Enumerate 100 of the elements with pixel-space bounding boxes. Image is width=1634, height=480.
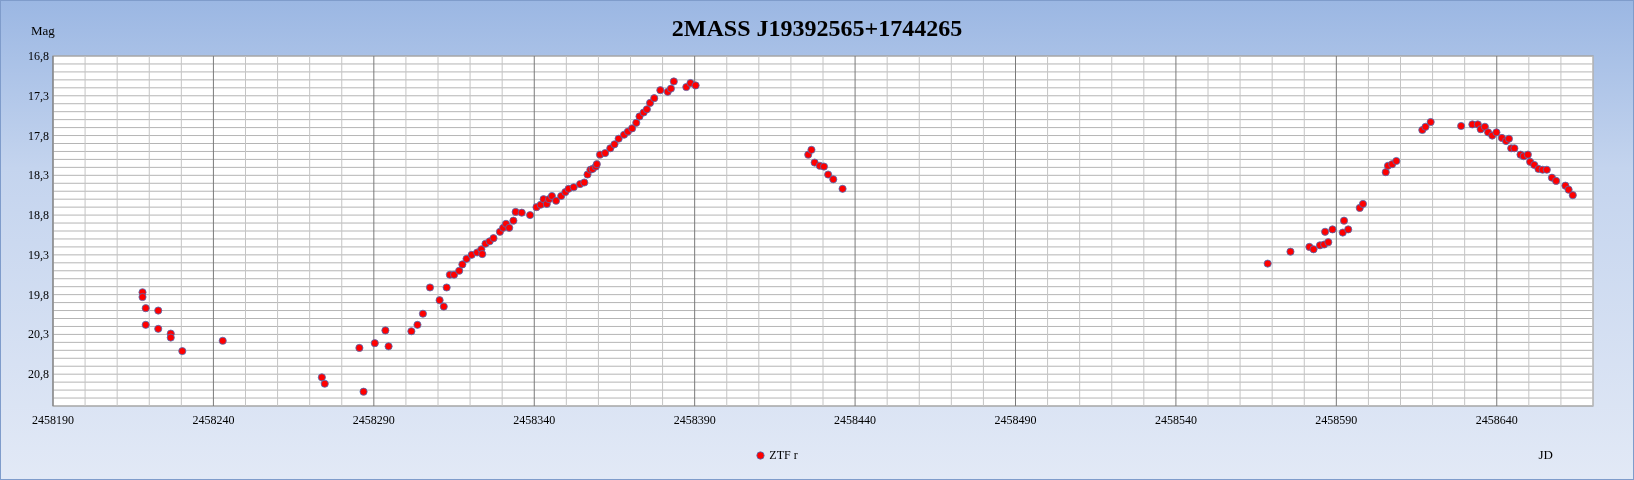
x-tick-label: 2458190 <box>32 413 74 427</box>
y-axis-label: Mag <box>30 23 56 39</box>
data-point <box>1338 228 1347 237</box>
data-point <box>819 162 828 171</box>
data-point <box>1344 225 1353 234</box>
data-point <box>426 283 434 292</box>
x-tick-label: 2458640 <box>1475 413 1518 427</box>
data-point <box>1309 245 1318 254</box>
x-tick-label: 2458540 <box>1154 413 1197 427</box>
data-point <box>439 302 448 311</box>
data-point <box>601 149 610 158</box>
data-point <box>1358 199 1367 208</box>
data-point <box>1426 118 1435 127</box>
x-tick-label: 2458390 <box>673 413 716 427</box>
data-point <box>442 283 451 292</box>
data-point <box>455 266 464 275</box>
data-point <box>552 196 561 205</box>
data-point <box>807 145 816 154</box>
data-point <box>614 134 623 143</box>
data-point <box>682 83 691 92</box>
y-tick-label: 20,3 <box>28 327 49 342</box>
data-point <box>691 81 700 90</box>
data-point <box>1564 185 1573 194</box>
data-point <box>381 326 390 335</box>
data-point <box>218 336 227 345</box>
data-point <box>1263 259 1272 268</box>
data-point <box>1324 238 1333 247</box>
data-point <box>317 373 326 382</box>
y-tick-label: 17,8 <box>28 128 49 143</box>
data-point <box>467 250 476 259</box>
x-tick-label: 2458290 <box>352 413 395 427</box>
data-point <box>824 170 833 179</box>
x-tick-label: 2458340 <box>513 413 556 427</box>
data-point <box>526 211 535 220</box>
y-tick-label: 18,8 <box>28 208 49 223</box>
data-point <box>178 347 187 356</box>
data-point <box>1321 227 1330 236</box>
data-point <box>810 158 819 167</box>
data-point <box>489 234 498 243</box>
data-point <box>166 333 175 342</box>
data-point <box>650 94 659 103</box>
data-point <box>1480 122 1489 131</box>
data-point <box>635 112 644 121</box>
data-point <box>838 184 847 193</box>
data-point <box>628 124 637 133</box>
data-point <box>384 342 393 351</box>
data-point <box>509 216 518 225</box>
data-point <box>642 105 651 114</box>
data-point <box>359 387 368 396</box>
data-point <box>517 208 526 217</box>
data-point <box>666 84 675 93</box>
data-point <box>686 79 695 88</box>
data-point <box>320 379 329 388</box>
data-point <box>478 250 487 259</box>
data-point <box>1328 225 1337 234</box>
data-point <box>458 260 467 269</box>
data-point <box>1457 122 1466 130</box>
y-tick-label: 19,8 <box>28 287 49 302</box>
data-point <box>569 183 578 192</box>
data-point <box>1340 216 1349 225</box>
x-tick-label: 2458240 <box>192 413 235 427</box>
y-tick-label: 20,8 <box>28 367 49 382</box>
data-point <box>505 223 514 232</box>
data-point <box>511 207 520 216</box>
data-point <box>450 270 459 279</box>
data-point <box>656 86 665 95</box>
y-tick-label: 18,3 <box>28 168 49 183</box>
data-point <box>1492 128 1501 137</box>
data-point <box>435 296 444 305</box>
data-point <box>370 339 379 348</box>
data-point <box>632 118 641 127</box>
x-tick-label: 2458440 <box>834 413 877 427</box>
data-point <box>462 254 471 263</box>
data-point <box>154 324 163 333</box>
data-point <box>1510 144 1519 153</box>
data-point <box>1542 165 1551 174</box>
y-tick-label: 17,3 <box>28 88 49 103</box>
data-point <box>669 77 678 86</box>
data-point <box>141 304 150 313</box>
legend-label: ZTF r <box>769 447 798 463</box>
data-point <box>141 320 150 329</box>
y-tick-label: 16,8 <box>28 49 49 63</box>
data-point <box>1504 134 1513 143</box>
data-point <box>154 306 163 315</box>
data-point <box>413 320 422 329</box>
data-point <box>580 178 589 187</box>
chart-title: 2MASS J19392565+1744265 <box>670 14 964 42</box>
data-point <box>1421 122 1430 131</box>
data-point <box>1286 247 1295 256</box>
x-tick-label: 2458490 <box>994 413 1037 427</box>
data-point <box>829 175 838 184</box>
x-axis-label: JD <box>1538 447 1553 463</box>
data-point <box>1381 168 1390 177</box>
data-point <box>407 327 416 336</box>
data-point <box>1568 191 1577 200</box>
data-point <box>418 309 427 318</box>
data-point <box>1523 150 1532 159</box>
y-tick-label: 19,3 <box>28 247 49 262</box>
data-point <box>583 170 592 179</box>
data-point <box>355 343 364 352</box>
